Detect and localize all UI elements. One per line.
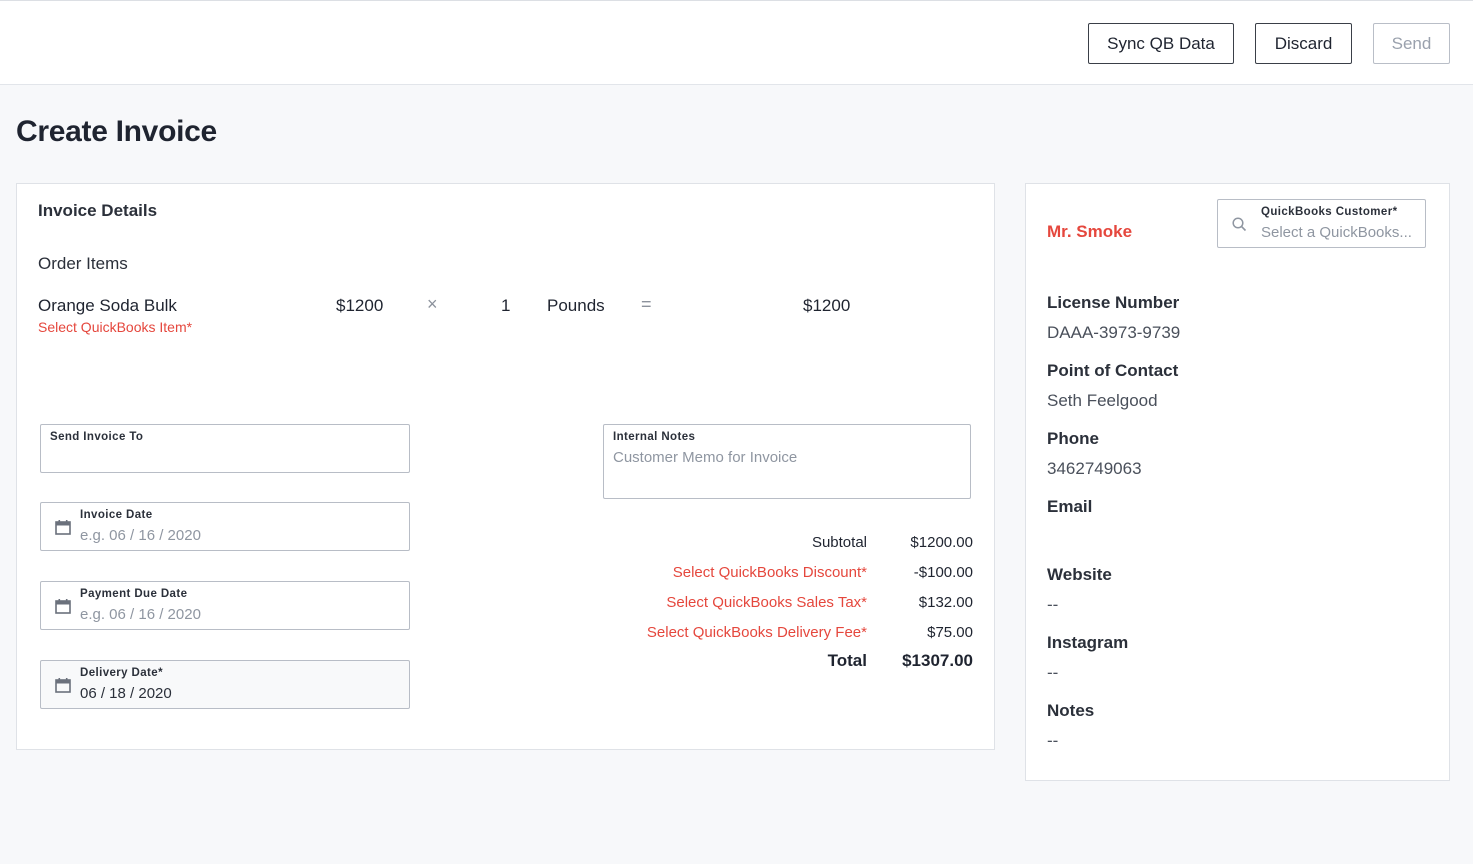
payment-due-date-field[interactable]: Payment Due Date e.g. 06 / 16 / 2020 (40, 581, 410, 630)
instagram-value: -- (1047, 663, 1059, 682)
sales-tax-value: $132.00 (918, 594, 973, 611)
customer-card: Mr. Smoke QuickBooks Customer* Select a … (1025, 183, 1450, 781)
total-value: $1307.00 (902, 651, 973, 670)
total-label: Total (827, 651, 867, 670)
invoice-date-label: Invoice Date (80, 509, 153, 521)
page-title: Create Invoice (16, 115, 217, 148)
invoice-date-placeholder: e.g. 06 / 16 / 2020 (80, 527, 201, 544)
select-sales-tax-link[interactable]: Select QuickBooks Sales Tax* (607, 594, 867, 611)
top-bar: Sync QB Data Discard Send (0, 0, 1473, 85)
order-item-quantity: 1 (501, 296, 511, 315)
calendar-icon (55, 599, 71, 614)
phone-value: 3462749063 (1047, 459, 1142, 478)
payment-due-date-placeholder: e.g. 06 / 16 / 2020 (80, 606, 201, 623)
search-icon (1232, 217, 1247, 232)
quickbooks-customer-placeholder: Select a QuickBooks... (1261, 224, 1412, 241)
internal-notes-field[interactable]: Internal Notes Customer Memo for Invoice (603, 424, 971, 499)
internal-notes-placeholder: Customer Memo for Invoice (613, 449, 798, 466)
notes-label: Notes (1047, 701, 1095, 720)
delivery-date-label: Delivery Date* (80, 667, 163, 679)
delivery-fee-value: $75.00 (927, 624, 973, 641)
license-number-label: License Number (1047, 293, 1180, 312)
delivery-date-value: 06 / 18 / 2020 (80, 685, 172, 702)
send-button[interactable]: Send (1373, 23, 1450, 64)
send-invoice-to-label: Send Invoice To (50, 431, 144, 443)
select-quickbooks-item-link[interactable]: Select QuickBooks Item* (38, 319, 192, 335)
order-item-name: Orange Soda Bulk (38, 296, 177, 315)
invoice-details-title: Invoice Details (38, 201, 158, 220)
sync-qb-data-button[interactable]: Sync QB Data (1088, 23, 1234, 64)
subtotal-label: Subtotal (811, 534, 867, 551)
subtotal-value: $1200.00 (910, 534, 973, 551)
license-number-value: DAAA-3973-9739 (1047, 323, 1181, 342)
select-discount-link[interactable]: Select QuickBooks Discount* (607, 564, 867, 581)
select-delivery-fee-link[interactable]: Select QuickBooks Delivery Fee* (607, 624, 867, 641)
discard-button[interactable]: Discard (1255, 23, 1352, 64)
payment-due-date-label: Payment Due Date (80, 588, 188, 600)
order-item-line-total: $1200 (803, 296, 851, 315)
order-item-unit: Pounds (547, 296, 605, 315)
invoice-details-card: Invoice Details Order Items Orange Soda … (16, 183, 995, 750)
point-of-contact-value: Seth Feelgood (1047, 391, 1158, 410)
phone-label: Phone (1047, 429, 1099, 448)
email-label: Email (1047, 497, 1093, 516)
discount-value: -$100.00 (913, 564, 973, 581)
website-label: Website (1047, 565, 1112, 584)
customer-name: Mr. Smoke (1047, 222, 1133, 241)
quickbooks-customer-select[interactable]: QuickBooks Customer* Select a QuickBooks… (1217, 199, 1426, 248)
multiply-icon: × (427, 294, 438, 314)
delivery-date-field[interactable]: Delivery Date* 06 / 18 / 2020 (40, 660, 410, 709)
point-of-contact-label: Point of Contact (1047, 361, 1179, 380)
calendar-icon (55, 520, 71, 535)
invoice-date-field[interactable]: Invoice Date e.g. 06 / 16 / 2020 (40, 502, 410, 551)
internal-notes-label: Internal Notes (613, 431, 696, 443)
equals-icon: = (641, 294, 652, 314)
quickbooks-customer-label: QuickBooks Customer* (1261, 206, 1398, 218)
instagram-label: Instagram (1047, 633, 1129, 652)
order-items-title: Order Items (38, 254, 128, 273)
send-invoice-to-field[interactable]: Send Invoice To (40, 424, 410, 473)
calendar-icon (55, 678, 71, 693)
notes-value: -- (1047, 731, 1059, 750)
website-value: -- (1047, 595, 1059, 614)
order-item-price: $1200 (336, 296, 384, 315)
